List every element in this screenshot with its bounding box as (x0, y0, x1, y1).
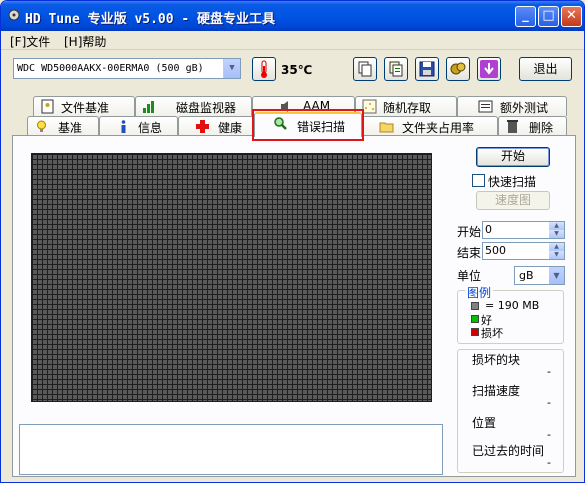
position-value: - (547, 428, 551, 441)
tab-erase[interactable]: 删除 (498, 116, 567, 136)
trash-icon (507, 120, 518, 133)
temperature-button[interactable] (252, 57, 276, 81)
elapsed-time-label: 已过去的时间 (472, 444, 545, 458)
drive-select-value: WDC WD5000AAKX-00ERMA0 (500 gB) (17, 63, 204, 74)
scan-speed-label: 扫描速度 (472, 384, 521, 398)
title-bar[interactable]: HD Tune 专业版 v5.00 - 硬盘专业工具 _ □ ✕ (1, 1, 584, 31)
good-swatch (471, 315, 479, 323)
menu-file[interactable]: [F]文件 (10, 33, 50, 50)
chevron-down-icon[interactable]: ▼ (223, 59, 240, 78)
temperature-readout: 35℃ (281, 63, 313, 77)
quick-scan-label: 快速扫描 (488, 175, 537, 189)
scan-log-area (19, 424, 443, 475)
minimize-button[interactable]: _ (515, 6, 536, 27)
legend-block-size-text: = 190 MB (485, 299, 540, 312)
unit-select[interactable]: gB ▼ (514, 266, 565, 285)
damaged-blocks-label: 损坏的块 (472, 353, 521, 367)
tab-highlight-box (252, 109, 364, 141)
elapsed-time-value: - (547, 456, 551, 469)
tab-file-benchmark-label: 文件基准 (61, 101, 110, 115)
tab-benchmark-label: 基准 (58, 121, 83, 135)
end-field-label: 结束 (457, 246, 482, 260)
tab-extra-tests-label: 额外测试 (500, 101, 549, 115)
info-icon (121, 120, 126, 133)
tab-random-access[interactable]: 随机存取 (355, 96, 457, 116)
tab-random-access-label: 随机存取 (383, 101, 432, 115)
copy-all-button[interactable] (384, 57, 408, 81)
start-scan-button[interactable]: 开始 (476, 147, 550, 167)
lightbulb-icon (37, 120, 46, 132)
spin-up-icon[interactable]: ▲ (549, 222, 564, 230)
scan-block-grid (31, 153, 432, 402)
options-gear-icon (450, 62, 466, 75)
start-field-value: 0 (485, 223, 492, 236)
file-benchmark-icon (41, 99, 54, 114)
damaged-blocks-value: - (547, 365, 551, 378)
speed-map-button: 速度图 (476, 191, 550, 210)
tab-file-benchmark[interactable]: 文件基准 (33, 96, 135, 116)
tab-folder-usage[interactable]: 文件夹占用率 (362, 116, 498, 136)
legend-bad-text: 损坏 (481, 327, 503, 340)
tab-health-label: 健康 (218, 121, 243, 135)
menu-help[interactable]: [H]帮助 (64, 33, 106, 50)
end-field-value: 500 (485, 244, 506, 257)
random-access-icon (362, 99, 377, 114)
tab-disk-monitor[interactable]: 磁盘监视器 (135, 96, 252, 116)
copy-icon (358, 61, 372, 77)
tab-benchmark[interactable]: 基准 (27, 116, 99, 136)
scan-speed-value: - (547, 396, 551, 409)
spin-down-icon[interactable]: ▼ (549, 251, 564, 259)
menu-bar: [F]文件 [H]帮助 (1, 31, 584, 50)
health-cross-icon (196, 120, 209, 133)
maximize-button[interactable]: □ (538, 6, 559, 27)
hdtune-app-icon (8, 9, 20, 21)
tab-info-label: 信息 (138, 121, 163, 135)
window-title: HD Tune 专业版 v5.00 - 硬盘专业工具 (25, 12, 276, 27)
folder-icon (379, 122, 394, 133)
bad-swatch (471, 328, 479, 336)
tab-info[interactable]: 信息 (99, 116, 178, 136)
tab-health[interactable]: 健康 (178, 116, 254, 136)
exit-button[interactable]: 退出 (519, 57, 572, 81)
tab-folder-usage-label: 文件夹占用率 (402, 121, 475, 135)
unit-select-value: gB (519, 269, 534, 282)
start-field-label: 开始 (457, 225, 482, 239)
tab-erase-label: 删除 (529, 121, 554, 135)
disk-monitor-icon (143, 101, 154, 113)
app-window: HD Tune 专业版 v5.00 - 硬盘专业工具 _ □ ✕ [F]文件 [… (0, 0, 585, 483)
quick-scan-checkbox[interactable] (472, 174, 485, 187)
copy-info-button[interactable] (353, 57, 377, 81)
tab-disk-monitor-label: 磁盘监视器 (176, 101, 237, 115)
close-button[interactable]: ✕ (561, 6, 582, 27)
unit-label: 单位 (457, 269, 482, 283)
spin-down-icon[interactable]: ▼ (549, 230, 564, 238)
thermometer-icon (261, 60, 267, 78)
block-swatch (471, 302, 479, 310)
floppy-disk-icon (419, 61, 435, 77)
options-button[interactable] (446, 57, 470, 81)
chevron-down-icon[interactable]: ▼ (549, 267, 564, 284)
download-arrow-icon (480, 60, 498, 78)
drive-select[interactable]: WDC WD5000AAKX-00ERMA0 (500 gB) ▼ (13, 58, 241, 79)
copy-all-icon (389, 61, 403, 77)
download-button[interactable] (477, 57, 501, 81)
save-button[interactable] (415, 57, 439, 81)
end-field[interactable]: 500 ▲ ▼ (482, 242, 565, 260)
extra-tests-icon (478, 100, 493, 113)
start-field[interactable]: 0 ▲ ▼ (482, 221, 565, 239)
tab-extra-tests[interactable]: 额外测试 (457, 96, 567, 116)
position-label: 位置 (472, 416, 497, 430)
spin-up-icon[interactable]: ▲ (549, 243, 564, 251)
